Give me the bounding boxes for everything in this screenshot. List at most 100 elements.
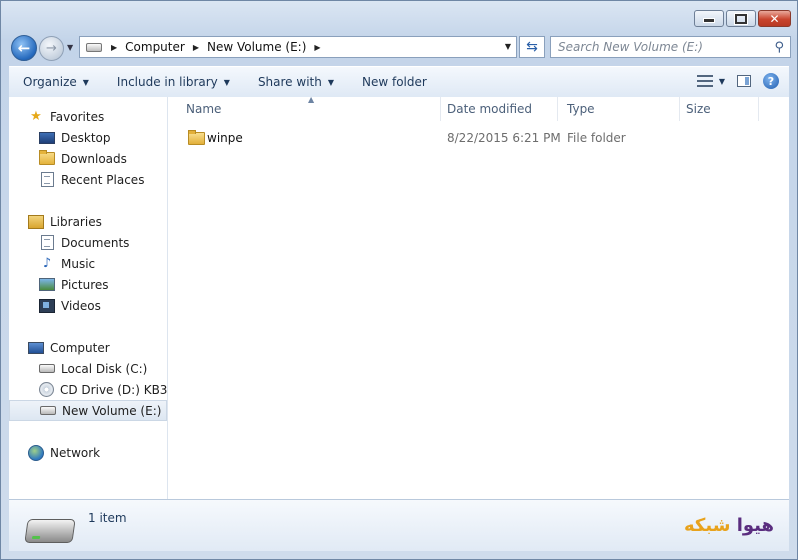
folder-icon — [188, 130, 205, 145]
column-size[interactable]: Size — [676, 97, 759, 121]
item-count: 1 item — [88, 511, 127, 525]
nav-network-label: Network — [50, 445, 101, 460]
star-icon: ★ — [30, 109, 42, 124]
forward-arrow-icon: → — [46, 41, 57, 56]
details-pane: 1 item هیوا شبکه — [9, 499, 789, 551]
watermark-logo: هیوا شبکه — [684, 515, 774, 536]
file-list: ▲ Name Date modified Type Size winpe 8/2… — [168, 95, 789, 500]
nav-favorites-label: Favorites — [50, 109, 105, 124]
toolbar-right: ▼ ? — [696, 73, 779, 89]
minimize-icon — [703, 18, 715, 23]
nav-item-label: Music — [61, 256, 96, 271]
nav-item-label: Desktop — [61, 130, 111, 145]
drive-icon — [86, 42, 102, 52]
search-input[interactable]: Search New Volume (E:) ⚲ — [550, 36, 791, 58]
refresh-icon: ⇆ — [526, 39, 538, 55]
nav-item-label: Documents — [61, 235, 130, 250]
help-icon[interactable]: ? — [763, 73, 779, 89]
nav-network[interactable]: Network — [9, 442, 167, 463]
nav-item-label: Recent Places — [61, 172, 145, 187]
pictures-icon — [39, 278, 55, 292]
hard-disk-icon — [40, 404, 56, 418]
share-with-label: Share with — [257, 75, 322, 89]
nav-item-new-volume[interactable]: New Volume (E:) — [9, 400, 167, 421]
search-icon[interactable]: ⚲ — [774, 40, 784, 55]
hard-disk-icon — [39, 362, 55, 376]
nav-favorites[interactable]: ★ Favorites — [9, 106, 167, 127]
cd-drive-icon — [39, 382, 54, 397]
nav-item-music[interactable]: ♪ Music — [9, 253, 167, 274]
watermark-text-1: هیوا — [736, 515, 774, 536]
new-folder-button[interactable]: New folder — [358, 73, 431, 91]
nav-item-label: CD Drive (D:) KB3AIK — [60, 382, 168, 397]
nav-item-desktop[interactable]: Desktop — [9, 127, 167, 148]
nav-item-documents[interactable]: Documents — [9, 232, 167, 253]
column-date-modified[interactable]: Date modified — [437, 97, 558, 121]
nav-computer[interactable]: Computer — [9, 337, 167, 358]
column-type[interactable]: Type — [557, 97, 680, 121]
nav-item-videos[interactable]: Videos — [9, 295, 167, 316]
breadcrumb-chevron-icon[interactable]: ▶ — [193, 43, 199, 52]
file-date-modified: 8/22/2015 6:21 PM — [447, 131, 561, 145]
address-bar[interactable]: ▶ Computer ▶ New Volume (E:) ▶ ▼ — [79, 36, 517, 58]
preview-pane-icon[interactable] — [737, 75, 751, 87]
nav-item-label: Videos — [61, 298, 101, 313]
file-row[interactable]: winpe 8/22/2015 6:21 PM File folder — [168, 128, 789, 148]
recent-places-icon — [39, 172, 55, 187]
address-dropdown-icon[interactable]: ▼ — [505, 42, 511, 51]
documents-icon — [39, 235, 55, 250]
nav-item-local-disk[interactable]: Local Disk (C:) — [9, 358, 167, 379]
nav-item-label: Local Disk (C:) — [61, 361, 148, 376]
close-icon: ✕ — [769, 11, 780, 26]
watermark-text-2: شبکه — [683, 515, 731, 536]
minimize-button[interactable] — [694, 10, 724, 27]
nav-libraries[interactable]: Libraries — [9, 211, 167, 232]
include-in-library-button[interactable]: Include in library ▼ — [113, 73, 234, 91]
file-type: File folder — [567, 131, 626, 145]
back-button[interactable]: ← — [11, 35, 37, 61]
file-name[interactable]: winpe — [207, 131, 243, 145]
nav-computer-label: Computer — [50, 340, 110, 355]
organize-label: Organize — [23, 75, 77, 89]
chevron-down-icon: ▼ — [223, 77, 230, 87]
back-arrow-icon: ← — [17, 39, 31, 57]
organize-button[interactable]: Organize ▼ — [19, 73, 93, 91]
breadcrumb-new-volume[interactable]: New Volume (E:) — [207, 40, 306, 54]
nav-item-label: New Volume (E:) — [62, 403, 162, 418]
breadcrumb-computer[interactable]: Computer — [125, 40, 185, 54]
desktop-icon — [39, 131, 55, 145]
downloads-folder-icon — [39, 150, 55, 166]
network-icon — [28, 444, 44, 461]
nav-item-label: Pictures — [61, 277, 109, 292]
nav-item-pictures[interactable]: Pictures — [9, 274, 167, 295]
change-view-icon[interactable] — [696, 75, 713, 87]
navigation-pane: ★ Favorites Desktop Downloads Recent Plac… — [9, 97, 168, 500]
column-name[interactable]: Name — [176, 97, 441, 121]
drive-large-icon — [24, 519, 76, 543]
breadcrumb-chevron-icon[interactable]: ▶ — [111, 43, 117, 52]
window-controls: ✕ — [694, 10, 791, 27]
navigation-row: ← → ▼ ▶ Computer ▶ New Volume (E:) ▶ ▼ ⇆… — [1, 34, 797, 61]
refresh-button[interactable]: ⇆ — [519, 36, 545, 58]
videos-icon — [39, 298, 55, 313]
breadcrumb-chevron-icon[interactable]: ▶ — [314, 43, 320, 52]
view-options-chevron-icon[interactable]: ▼ — [719, 77, 725, 86]
nav-item-label: Downloads — [61, 151, 127, 166]
forward-button[interactable]: → — [39, 36, 64, 61]
share-with-button[interactable]: Share with ▼ — [254, 73, 338, 91]
chevron-down-icon: ▼ — [82, 77, 89, 87]
explorer-window: ✕ ← → ▼ ▶ Computer ▶ New Volume (E:) ▶ ▼… — [0, 0, 798, 560]
close-button[interactable]: ✕ — [758, 10, 791, 27]
nav-item-cd-drive[interactable]: CD Drive (D:) KB3AIK — [9, 379, 167, 400]
command-bar: Organize ▼ Include in library ▼ Share with… — [9, 66, 789, 98]
maximize-button[interactable] — [726, 10, 756, 27]
recent-pages-dropdown[interactable]: ▼ — [67, 43, 73, 52]
nav-item-downloads[interactable]: Downloads — [9, 148, 167, 169]
chevron-down-icon: ▼ — [327, 77, 334, 87]
search-placeholder: Search New Volume (E:) — [558, 40, 703, 54]
nav-item-recent-places[interactable]: Recent Places — [9, 169, 167, 190]
computer-icon — [28, 341, 44, 355]
libraries-icon — [28, 214, 44, 229]
content-area: ★ Favorites Desktop Downloads Recent Plac… — [9, 95, 789, 500]
maximize-icon — [734, 12, 748, 25]
